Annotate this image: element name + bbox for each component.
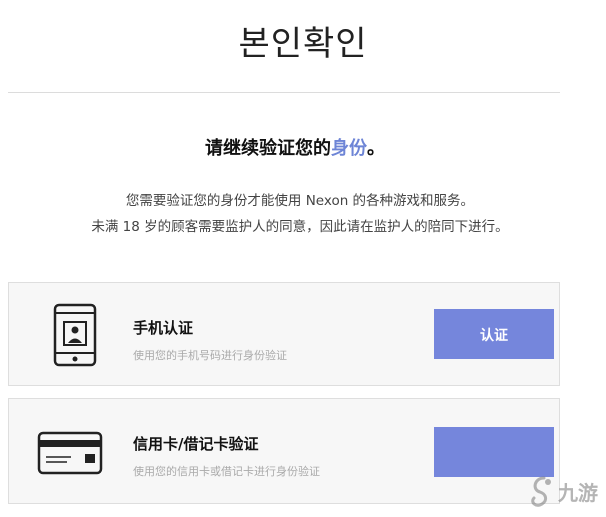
headline-suffix: 。 xyxy=(367,138,385,159)
page-title: 본인확인 xyxy=(238,24,368,64)
jiuyou-logo-icon: 九游 xyxy=(531,476,598,507)
watermark-text: 九游 xyxy=(557,481,598,505)
smartphone-icon xyxy=(53,303,97,371)
card-verification-card: 信用卡/借记卡验证 使用您的信用卡或借记卡进行身份验证 xyxy=(8,398,560,504)
headline-text: 请继续验证您的 xyxy=(205,138,331,159)
watermark: 九游 xyxy=(526,470,602,510)
headline-accent: 身份 xyxy=(331,138,367,159)
phone-verification-title: 手机认证 xyxy=(133,319,194,337)
description-line-1: 您需要验证您的身份才能使用 Nexon 的各种游戏和服务。 xyxy=(125,193,475,209)
description: 您需要验证您的身份才能使用 Nexon 的各种游戏和服务。 未满 18 岁的顾客… xyxy=(0,188,600,240)
description-line-2: 未满 18 岁的顾客需要监护人的同意，因此请在监护人的陪同下进行。 xyxy=(91,219,509,235)
headline: 请继续验证您的身份。 xyxy=(0,134,590,160)
card-verification-subtitle: 使用您的信用卡或借记卡进行身份验证 xyxy=(133,465,320,478)
phone-verify-button[interactable]: 认证 xyxy=(434,309,554,359)
credit-card-icon xyxy=(37,431,103,479)
phone-verification-subtitle: 使用您的手机号码进行身份验证 xyxy=(133,349,287,362)
phone-verification-card: 手机认证 使用您的手机号码进行身份验证 认证 xyxy=(8,282,560,386)
title-divider xyxy=(8,92,560,93)
card-verification-title: 信用卡/借记卡验证 xyxy=(133,435,259,453)
